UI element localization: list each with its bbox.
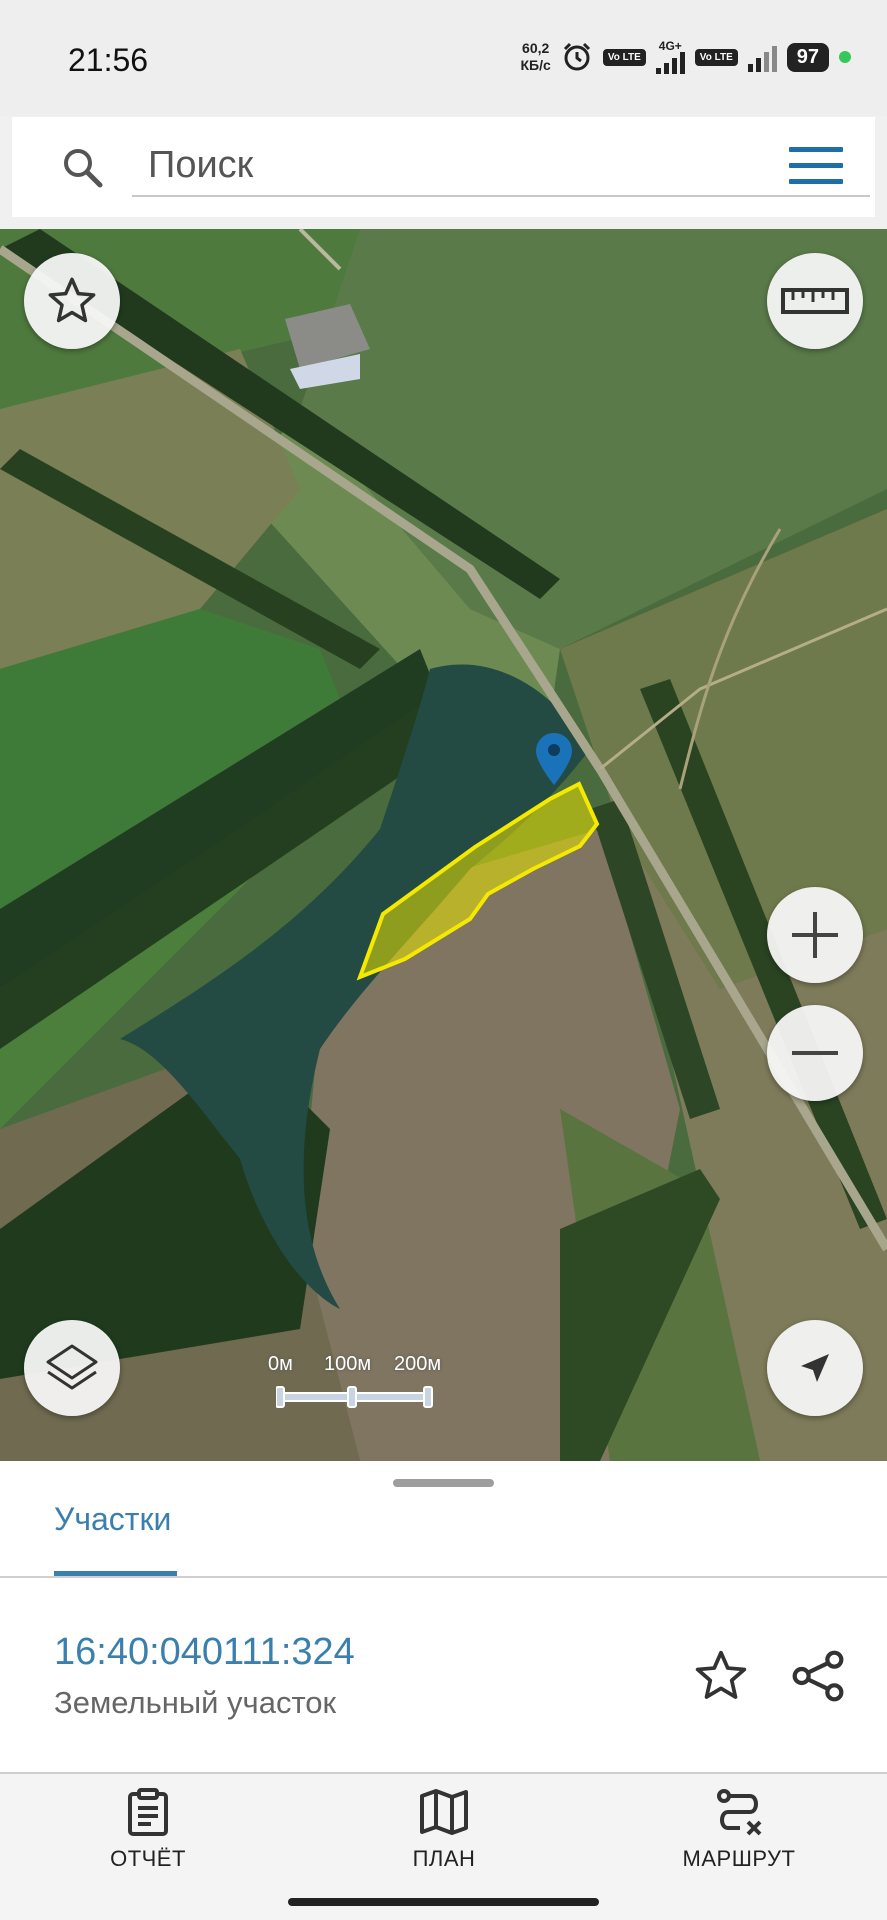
status-bar: 21:56 60,2 КБ/с Vo LTE 4G+ Vo LTE 97	[0, 0, 887, 116]
nav-route-label: МАРШРУТ	[682, 1846, 796, 1871]
star-icon	[48, 277, 96, 323]
favorite-button[interactable]	[24, 253, 120, 349]
zoom-in-button[interactable]	[767, 887, 863, 983]
minus-icon	[792, 1051, 838, 1055]
navigation-arrow-icon	[801, 1354, 829, 1382]
nav-report-label: ОТЧЁТ	[110, 1846, 186, 1871]
nav-route[interactable]: МАРШРУТ	[639, 1788, 839, 1872]
ruler-button[interactable]	[767, 253, 863, 349]
net-speed: 60,2 КБ/с	[521, 40, 551, 74]
volte-badge-2: Vo LTE	[694, 48, 738, 66]
home-indicator[interactable]	[288, 1898, 599, 1906]
volte-badge-1: Vo LTE	[602, 48, 646, 66]
map-pin-icon[interactable]	[536, 733, 572, 785]
search-input[interactable]	[132, 127, 870, 197]
layers-button[interactable]	[24, 1320, 120, 1416]
bottom-sheet: Участки 16:40:040111:324 Земельный участ…	[0, 1461, 887, 1774]
scale-label-0: 0м	[268, 1353, 293, 1375]
nav-plan-label: ПЛАН	[412, 1846, 476, 1871]
satellite-imagery	[0, 229, 887, 1461]
status-icons: 60,2 КБ/с Vo LTE 4G+ Vo LTE 97	[521, 40, 851, 74]
hamburger-menu-icon[interactable]	[789, 147, 843, 187]
map-scale: 0м 100м 200м	[268, 1353, 442, 1413]
tab-divider	[0, 1576, 887, 1578]
route-icon	[717, 1789, 762, 1836]
share-icon[interactable]	[790, 1648, 846, 1704]
scale-label-200: 200м	[394, 1353, 442, 1375]
status-time: 21:56	[68, 42, 149, 78]
alarm-icon	[563, 42, 590, 71]
sheet-drag-handle[interactable]	[393, 1479, 494, 1487]
signal-bars-icon	[655, 52, 685, 74]
clipboard-icon	[128, 1788, 168, 1836]
net-speed-value: 60,2	[522, 40, 550, 56]
nav-plan[interactable]: ПЛАН	[344, 1788, 544, 1872]
signal-1: 4G+	[655, 39, 685, 74]
my-location-button[interactable]	[767, 1320, 863, 1416]
parcel-cadastral-number[interactable]: 16:40:040111:324	[54, 1631, 355, 1674]
battery-icon: 97	[786, 42, 829, 72]
map-icon	[420, 1789, 468, 1835]
nav-report[interactable]: ОТЧЁТ	[48, 1788, 248, 1872]
tab-parcels[interactable]: Участки	[54, 1501, 171, 1538]
parcel-type: Земельный участок	[54, 1685, 337, 1720]
star-icon[interactable]	[693, 1648, 749, 1704]
ruler-icon	[781, 288, 849, 314]
scale-bar	[276, 1386, 433, 1408]
search-icon[interactable]	[60, 145, 104, 189]
zoom-out-button[interactable]	[767, 1005, 863, 1101]
network-type: 4G+	[658, 39, 682, 53]
layers-icon	[46, 1344, 98, 1390]
map-view[interactable]: 0м 100м 200м	[0, 229, 887, 1461]
privacy-dot	[839, 51, 851, 63]
net-speed-unit: КБ/с	[520, 57, 551, 73]
signal-bars-icon-2	[747, 42, 777, 72]
scale-label-100: 100м	[324, 1353, 372, 1375]
plus-icon	[792, 912, 838, 958]
search-bar	[12, 117, 875, 217]
